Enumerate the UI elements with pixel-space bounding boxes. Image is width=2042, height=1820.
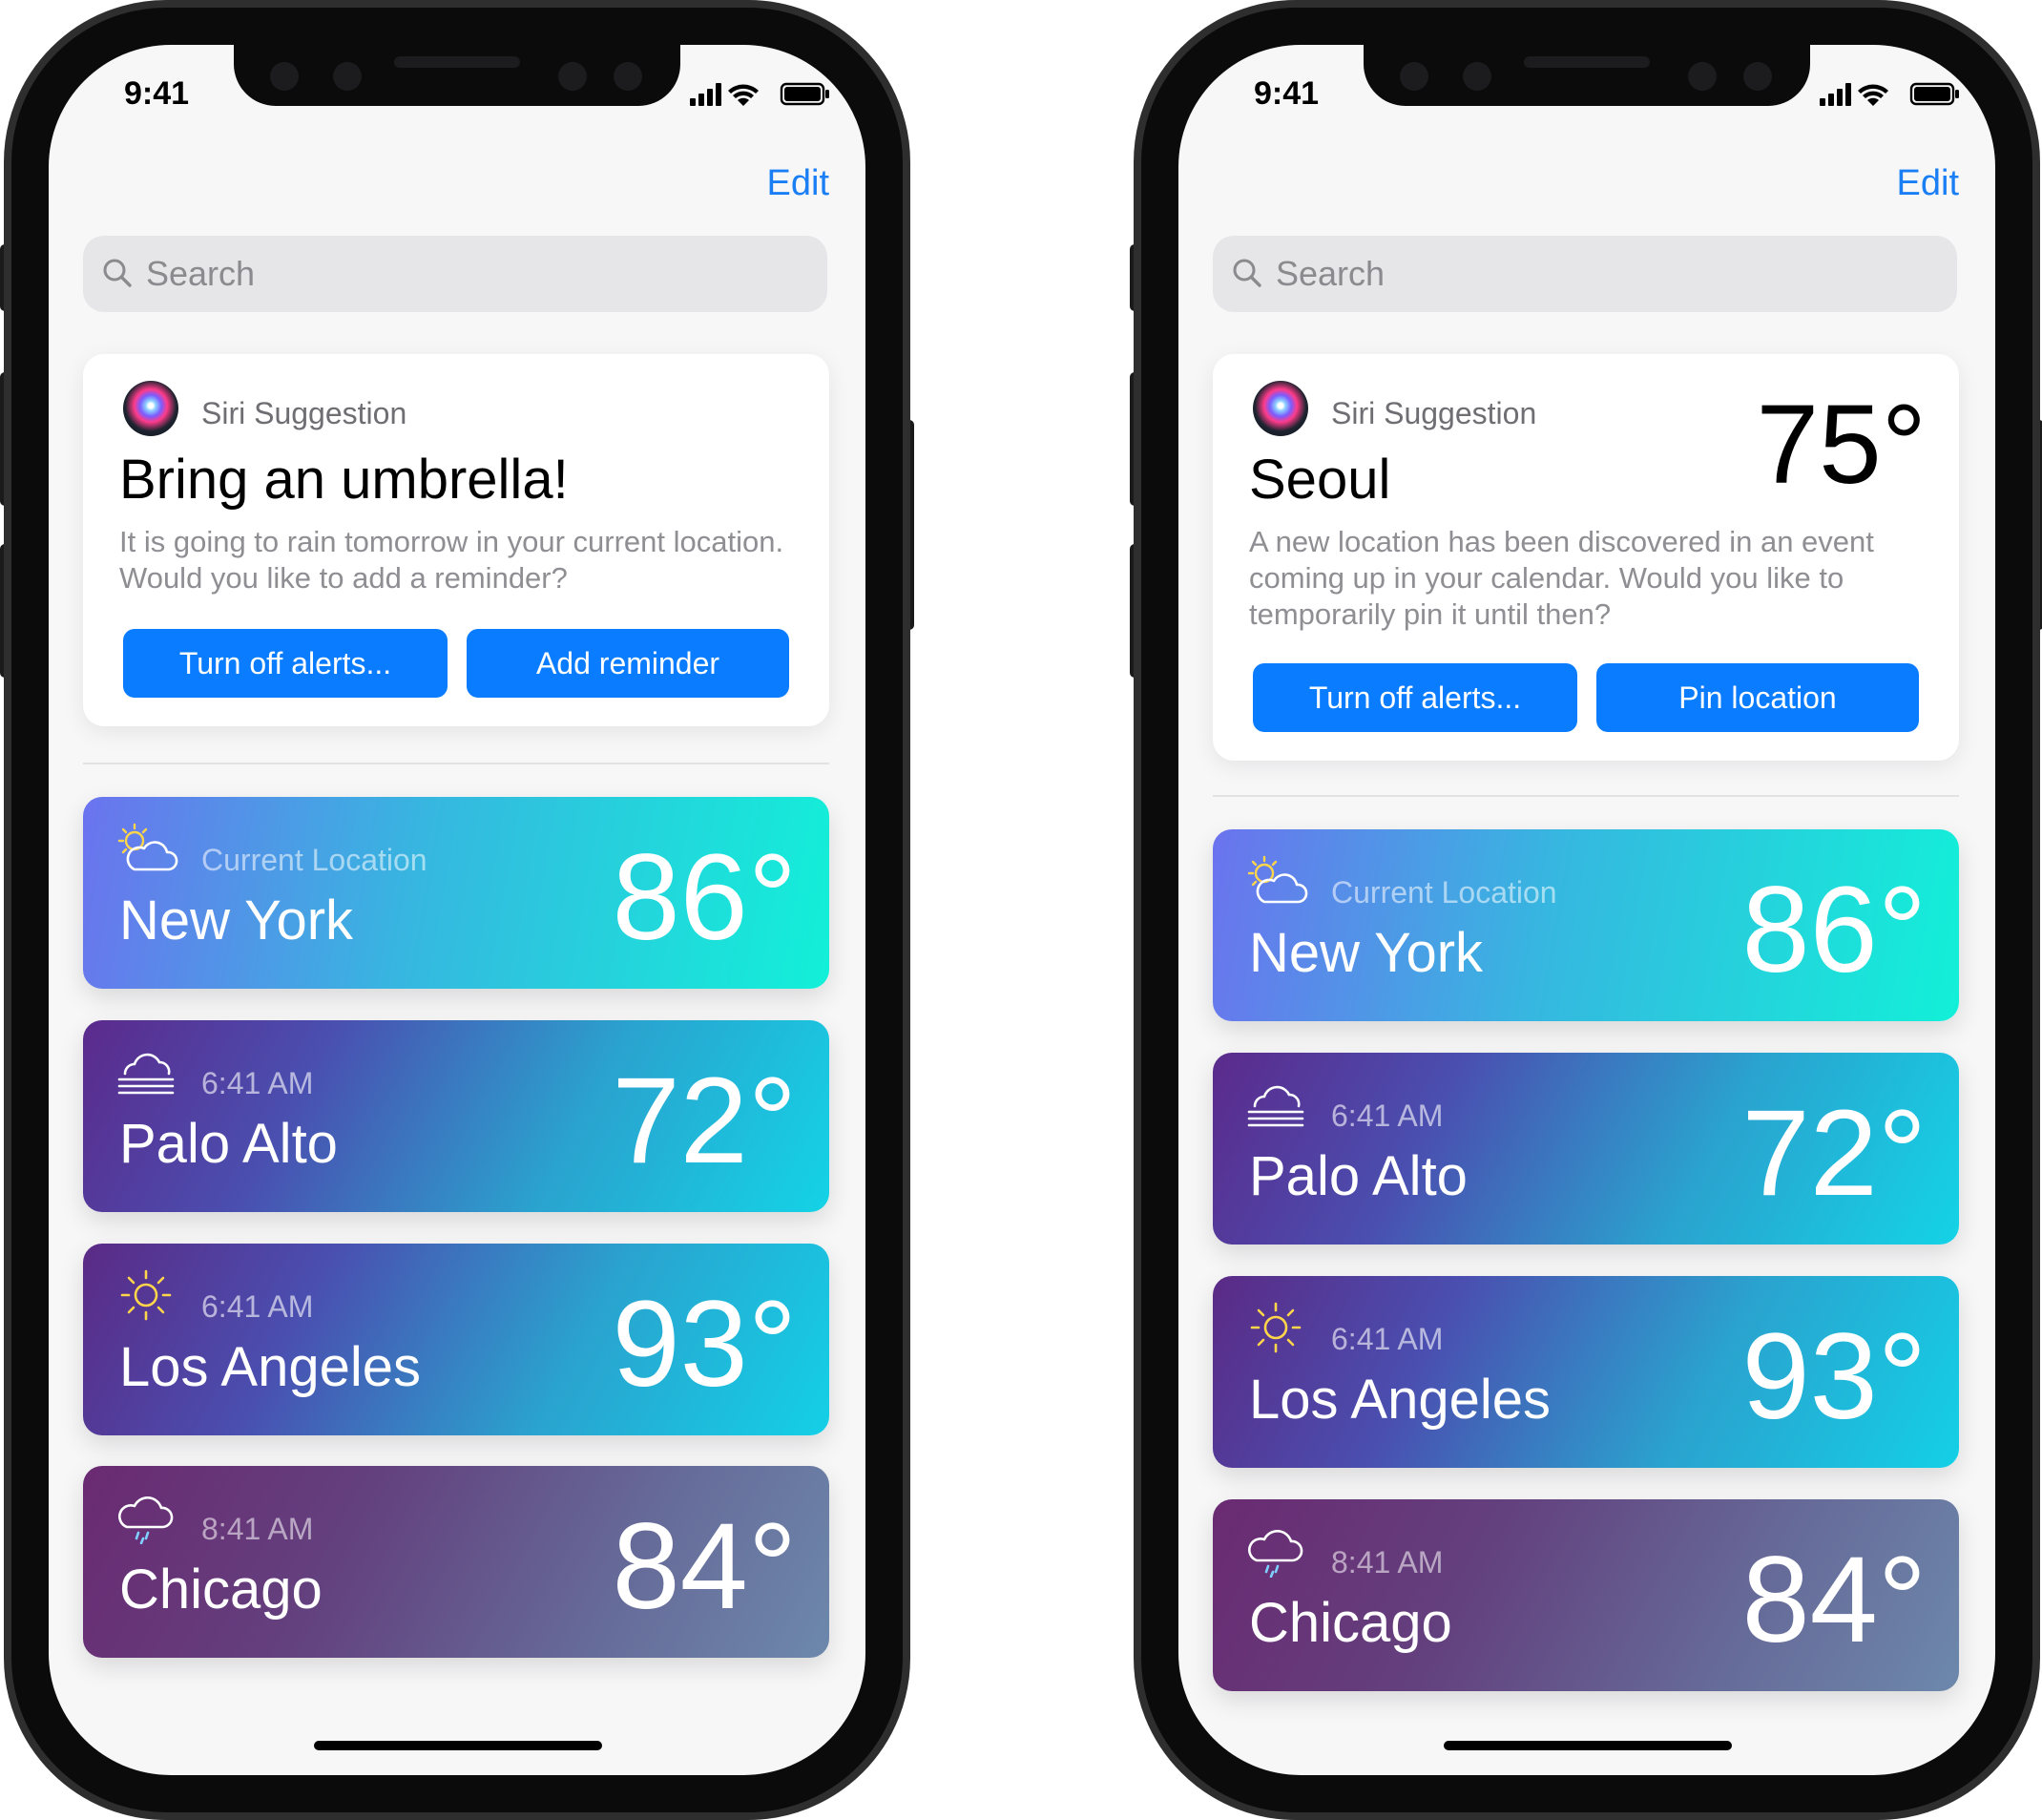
weather-card-los-angeles[interactable]: 6:41 AM Los Angeles 93° — [83, 1244, 829, 1435]
notch — [1364, 45, 1810, 106]
screen: 9:41 Edit — [49, 45, 865, 1775]
weather-city: Los Angeles — [1249, 1369, 1552, 1431]
weather-card-new-york[interactable]: Current Location New York 86° — [1213, 829, 1959, 1021]
speaker-grille — [1524, 56, 1650, 68]
sun-icon — [120, 1269, 172, 1321]
search-icon — [103, 259, 132, 287]
edit-button[interactable]: Edit — [1897, 163, 1959, 204]
weather-card-chicago[interactable]: 8:41 AM Chicago 84° — [83, 1466, 829, 1658]
weather-city: Los Angeles — [119, 1336, 422, 1398]
weather-temp: 93° — [1741, 1308, 1927, 1445]
siri-suggestion-card: Siri Suggestion Seoul 75° A new location… — [1213, 354, 1959, 761]
weather-subtitle: 8:41 AM — [201, 1512, 314, 1546]
weather-card-new-york[interactable]: Current Location New York 86° — [83, 797, 829, 989]
status-icons — [1820, 82, 1959, 106]
weather-card-chicago[interactable]: 8:41 AM Chicago 84° — [1213, 1499, 1959, 1691]
sensor-dot — [1463, 62, 1491, 91]
siri-icon — [123, 381, 178, 436]
battery-icon — [1909, 82, 1959, 106]
weather-card-los-angeles[interactable]: 6:41 AM Los Angeles 93° — [1213, 1276, 1959, 1468]
search-bar[interactable]: Search — [1213, 236, 1957, 312]
sensor-dot — [558, 62, 587, 91]
siri-icon — [1253, 381, 1308, 436]
phone-left: 9:41 Edit Search Siri Suggestion Bring a… — [0, 0, 914, 1820]
weather-city: Palo Alto — [119, 1113, 338, 1175]
weather-subtitle: Current Location — [201, 843, 427, 877]
battery-icon — [780, 82, 829, 106]
weather-temp: 93° — [612, 1276, 797, 1412]
weather-card-palo-alto[interactable]: 6:41 AM Palo Alto 72° — [1213, 1053, 1959, 1245]
weather-subtitle: 6:41 AM — [1331, 1322, 1444, 1356]
weather-temp: 72° — [612, 1053, 797, 1189]
weather-temp: 84° — [1741, 1532, 1927, 1668]
weather-subtitle: 8:41 AM — [1331, 1545, 1444, 1579]
divider — [83, 763, 829, 764]
sun-icon — [1250, 1302, 1302, 1353]
home-indicator[interactable] — [314, 1741, 602, 1750]
pin-location-button[interactable]: Pin location — [1596, 663, 1919, 732]
suggestion-body: A new location has been discovered in an… — [1249, 525, 1874, 631]
weather-subtitle: Current Location — [1331, 875, 1557, 910]
siri-suggestion-label: Siri Suggestion — [201, 396, 407, 430]
weather-city: Chicago — [1249, 1592, 1452, 1654]
screen: 9:41 Edit — [1178, 45, 1995, 1775]
search-placeholder: Search — [1276, 254, 1386, 293]
front-camera — [1743, 62, 1772, 91]
sensor-dot — [333, 62, 362, 91]
weather-subtitle: 6:41 AM — [1331, 1098, 1444, 1133]
suggestion-title: Seoul — [1249, 449, 1391, 511]
weather-subtitle: 6:41 AM — [201, 1066, 314, 1100]
status-time: 9:41 — [124, 75, 190, 112]
notch — [234, 45, 680, 106]
suggestion-title: Bring an umbrella! — [119, 449, 569, 511]
front-camera — [614, 62, 642, 91]
divider — [1213, 795, 1959, 797]
weather-city: Chicago — [119, 1559, 323, 1621]
weather-card-palo-alto[interactable]: 6:41 AM Palo Alto 72° — [83, 1020, 829, 1212]
weather-temp: 84° — [612, 1498, 797, 1635]
weather-city: Palo Alto — [1249, 1145, 1468, 1207]
status-time: 9:41 — [1254, 75, 1320, 112]
sensor-dot — [1400, 62, 1428, 91]
fog-icon — [117, 1053, 175, 1095]
partly-cloudy-icon — [117, 823, 178, 871]
add-reminder-button[interactable]: Add reminder — [467, 629, 789, 698]
weather-temp: 86° — [1741, 862, 1927, 998]
suggestion-temp: 75° — [1756, 382, 1927, 508]
weather-subtitle: 6:41 AM — [201, 1289, 314, 1324]
status-icons — [690, 82, 829, 106]
home-indicator[interactable] — [1444, 1741, 1732, 1750]
suggestion-body: It is going to rain tomorrow in your cur… — [119, 525, 784, 595]
rain-cloud-icon — [118, 1496, 174, 1544]
siri-suggestion-card: Siri Suggestion Bring an umbrella! It is… — [83, 354, 829, 726]
sensor-dot — [1688, 62, 1717, 91]
cellular-signal-icon — [690, 83, 721, 106]
search-bar[interactable]: Search — [83, 236, 827, 312]
cellular-signal-icon — [1820, 83, 1851, 106]
speaker-grille — [394, 56, 520, 68]
fog-icon — [1247, 1085, 1304, 1127]
weather-city: New York — [1249, 922, 1484, 984]
rain-cloud-icon — [1248, 1530, 1303, 1578]
search-icon — [1233, 259, 1261, 287]
siri-suggestion-label: Siri Suggestion — [1331, 396, 1537, 430]
wifi-icon — [1858, 84, 1888, 106]
partly-cloudy-icon — [1247, 855, 1308, 904]
wifi-icon — [728, 84, 759, 106]
phone-right: 9:41 Edit Search Siri Suggestion Seoul 7… — [1130, 0, 2042, 1820]
weather-temp: 86° — [612, 829, 797, 966]
turn-off-alerts-button[interactable]: Turn off alerts... — [123, 629, 448, 698]
search-placeholder: Search — [146, 254, 256, 293]
turn-off-alerts-button[interactable]: Turn off alerts... — [1253, 663, 1577, 732]
edit-button[interactable]: Edit — [767, 163, 829, 204]
weather-temp: 72° — [1741, 1085, 1927, 1222]
weather-city: New York — [119, 889, 354, 952]
sensor-dot — [270, 62, 299, 91]
